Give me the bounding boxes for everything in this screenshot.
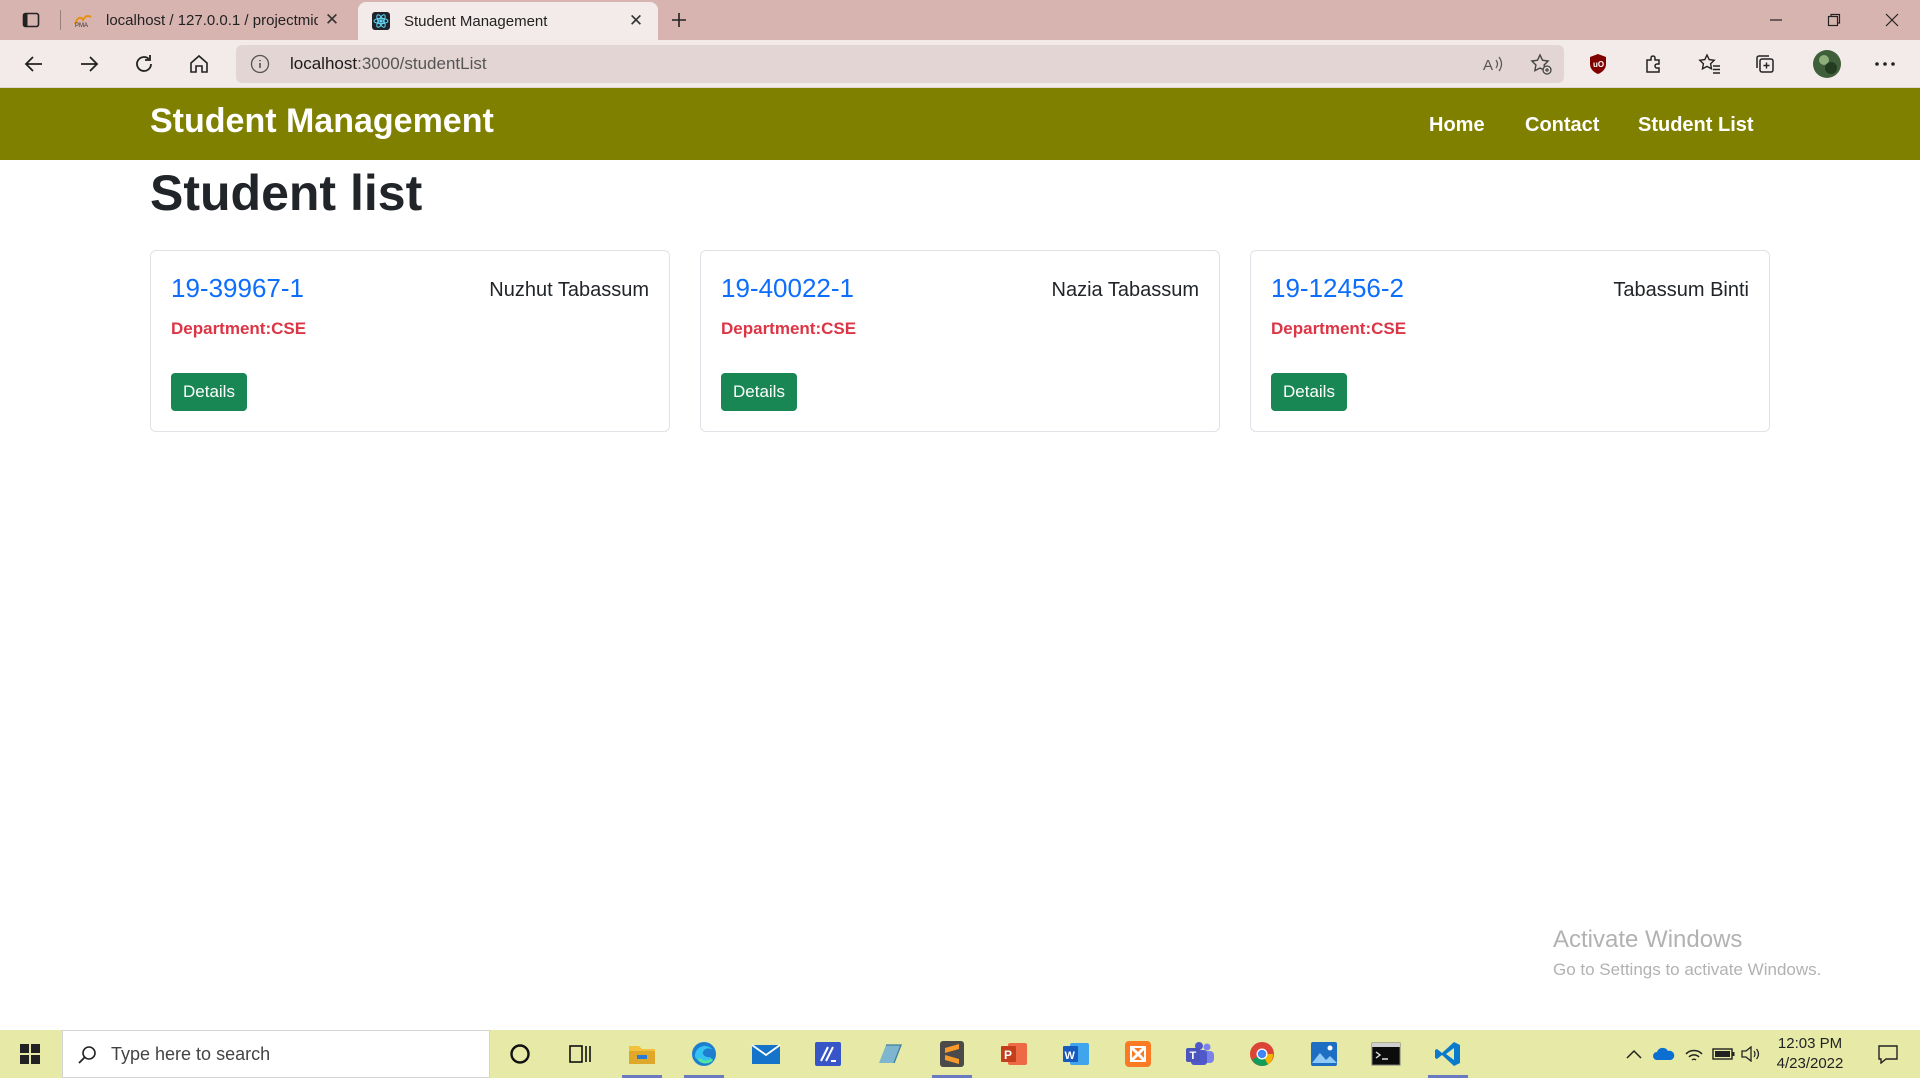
teams-icon[interactable]: T [1172,1034,1228,1074]
brand-title[interactable]: Student Management [150,102,494,141]
ublock-icon[interactable]: uO [1580,46,1616,82]
taskbar-search-input[interactable]: Type here to search [62,1030,490,1078]
address-bar[interactable]: localhost:3000/studentList A [236,45,1564,83]
close-window-icon[interactable] [1864,0,1920,40]
activate-windows-subtitle: Go to Settings to activate Windows. [1553,960,1822,979]
close-tab-icon[interactable]: ✕ [622,7,650,35]
nav-link-contact[interactable]: Contact [1525,114,1599,137]
tab-title: localhost / 127.0.0.1 / projectmid [106,11,318,29]
edge-browser-icon[interactable] [676,1034,732,1078]
back-icon[interactable] [16,46,52,82]
tab-actions-icon[interactable] [14,8,48,32]
tab-student-management[interactable]: Student Management ✕ [358,2,658,40]
url-path: :3000/studentList [357,54,487,73]
student-department: Department:CSE [171,319,307,338]
photos-icon[interactable] [1296,1034,1352,1074]
search-placeholder: Type here to search [111,1044,271,1064]
details-button[interactable]: Details [721,373,797,411]
taskbar-clock[interactable]: 12:03 PM 4/23/2022 [1760,1034,1860,1074]
show-hidden-icons-icon[interactable] [1620,1030,1648,1078]
info-icon[interactable] [250,54,270,74]
browser-tab-strip: PMA localhost / 127.0.0.1 / projectmid ✕… [0,0,1920,40]
snip-tool-icon[interactable] [862,1034,918,1074]
onedrive-icon[interactable] [1650,1030,1678,1078]
add-favorite-icon[interactable] [1526,49,1556,79]
student-id-link[interactable]: 19-39967-1 [171,273,304,304]
profile-avatar[interactable] [1809,46,1845,82]
windows-taskbar: Type here to search P W T 12:03 PM 4/23/… [0,1030,1920,1078]
read-aloud-icon[interactable]: A [1478,49,1508,79]
student-card: 19-39967-1 Nuzhut Tabassum Department:CS… [150,250,670,432]
svg-text:P: P [1004,1048,1012,1062]
analytics-app-icon[interactable] [800,1034,856,1074]
wifi-icon[interactable] [1680,1030,1708,1078]
forward-icon[interactable] [71,46,107,82]
url-text[interactable]: localhost:3000/studentList [290,54,487,74]
mail-icon[interactable] [738,1034,794,1074]
vscode-icon[interactable] [1420,1034,1476,1078]
svg-text:W: W [1065,1050,1076,1062]
minimize-icon[interactable] [1748,0,1804,40]
page-title: Student list [150,165,423,221]
nav-link-student-list[interactable]: Student List [1638,114,1754,137]
clock-date: 4/23/2022 [1776,1055,1844,1072]
svg-text:uO: uO [1593,60,1604,69]
windows-start-icon[interactable] [0,1030,60,1078]
terminal-icon[interactable] [1358,1034,1414,1074]
details-button[interactable]: Details [171,373,247,411]
collections-icon[interactable] [1747,46,1783,82]
powerpoint-icon[interactable]: P [986,1034,1042,1074]
word-icon[interactable]: W [1048,1034,1104,1074]
activate-windows-title: Activate Windows [1553,926,1743,953]
phpmyadmin-icon: PMA [74,11,92,29]
cortana-icon[interactable] [492,1034,548,1074]
student-department: Department:CSE [721,319,857,338]
nav-link-home[interactable]: Home [1429,114,1485,137]
student-name: Nuzhut Tabassum [489,279,649,301]
svg-text:T: T [1190,1050,1197,1062]
sublime-text-icon[interactable] [924,1034,980,1078]
student-name: Tabassum Binti [1613,279,1749,301]
more-menu-icon[interactable] [1867,46,1903,82]
search-icon [75,1043,99,1067]
battery-icon[interactable] [1710,1030,1738,1078]
extensions-icon[interactable] [1636,46,1672,82]
site-navbar: Student Management Home Contact Student … [0,88,1920,160]
tab-title: Student Management [404,12,548,30]
task-view-icon[interactable] [552,1034,608,1074]
file-explorer-icon[interactable] [614,1034,670,1078]
refresh-icon[interactable] [126,46,162,82]
student-card: 19-12456-2 Tabassum Binti Department:CSE… [1250,250,1770,432]
browser-toolbar: localhost:3000/studentList A uO [0,40,1920,88]
react-icon [372,12,390,30]
url-host: localhost [290,54,358,73]
tab-separator [60,10,61,30]
restore-icon[interactable] [1806,0,1862,40]
home-icon[interactable] [181,46,217,82]
tab-phpmyadmin[interactable]: PMA localhost / 127.0.0.1 / projectmid ✕ [64,0,354,40]
student-card: 19-40022-1 Nazia Tabassum Department:CSE… [700,250,1220,432]
volume-icon[interactable] [1738,1030,1762,1078]
student-id-link[interactable]: 19-40022-1 [721,273,854,304]
clock-time: 12:03 PM [1777,1035,1843,1052]
notifications-icon[interactable] [1866,1030,1910,1078]
xampp-icon[interactable] [1110,1034,1166,1074]
svg-text:PMA: PMA [75,23,88,28]
student-department: Department:CSE [1271,319,1407,338]
student-id-link[interactable]: 19-12456-2 [1271,273,1404,304]
details-button[interactable]: Details [1271,373,1347,411]
student-name: Nazia Tabassum [1051,279,1199,301]
svg-text:A: A [1483,57,1493,74]
new-tab-icon[interactable] [664,5,694,35]
favorites-icon[interactable] [1692,46,1728,82]
chrome-icon[interactable] [1234,1034,1290,1074]
close-tab-icon[interactable]: ✕ [318,6,346,34]
